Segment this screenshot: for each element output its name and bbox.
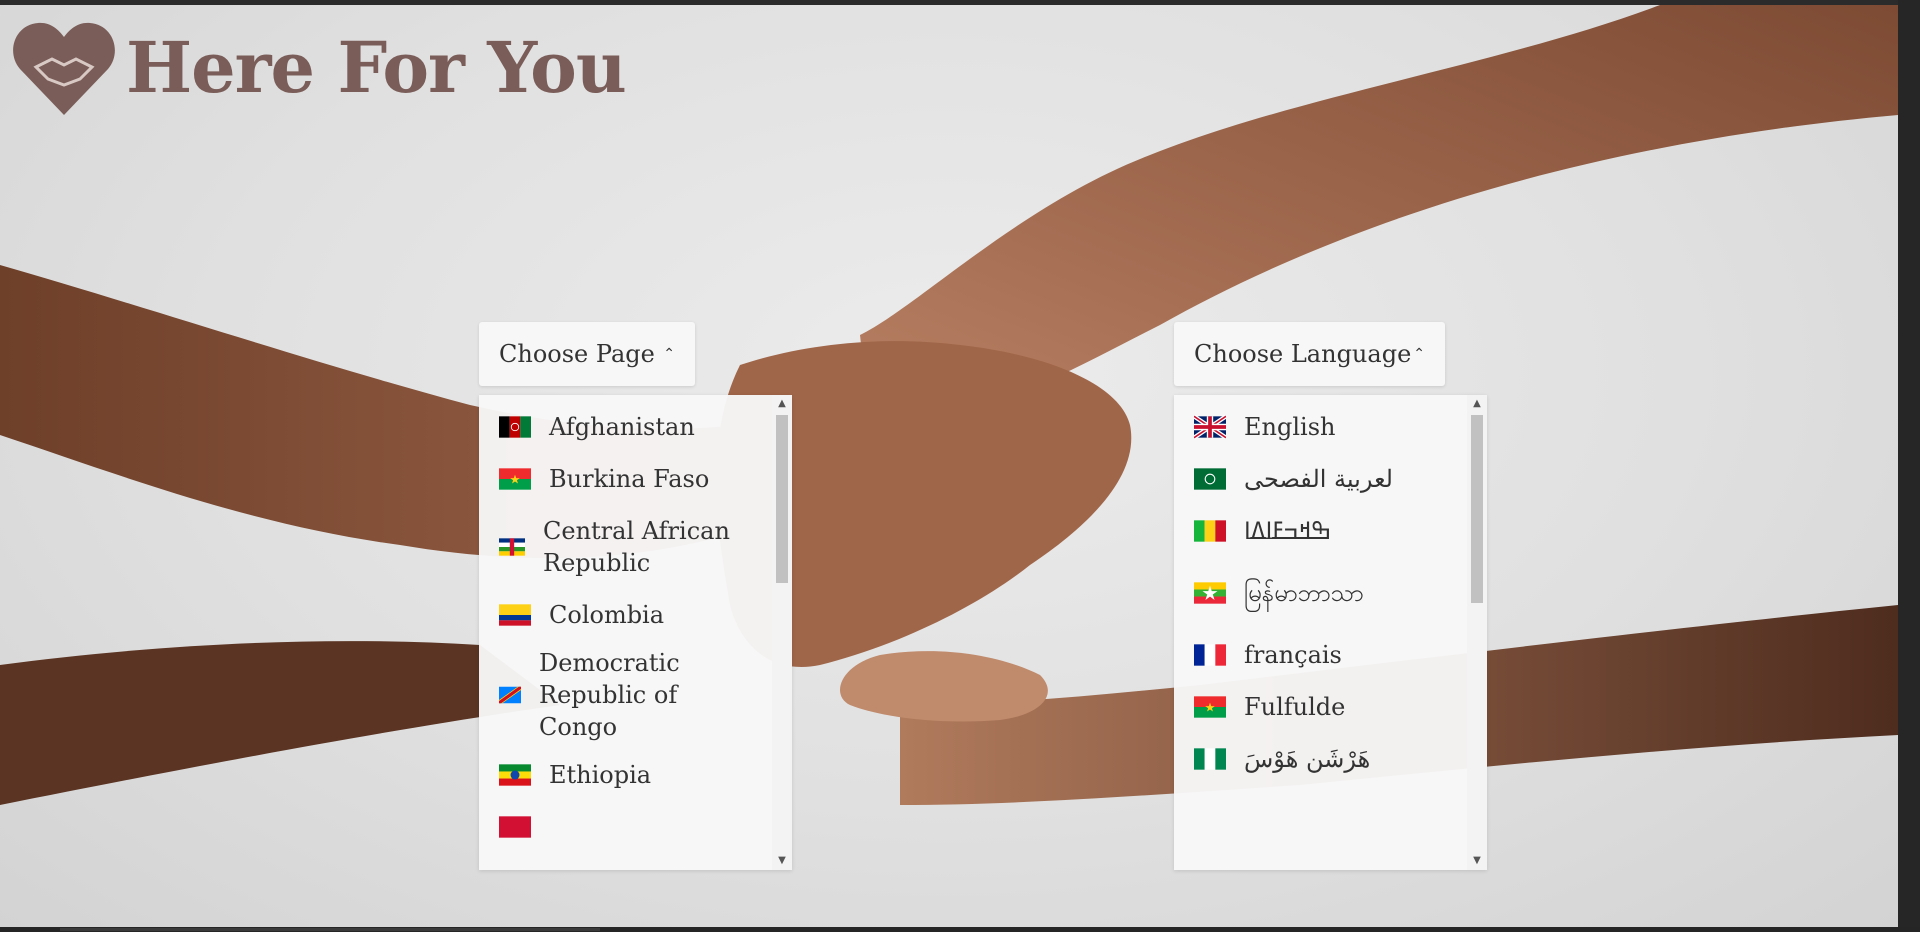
page-option-colombia[interactable]: Colombia bbox=[479, 589, 772, 641]
nigeria-flag-icon bbox=[1194, 748, 1226, 770]
language-option-burmese[interactable]: မြန်မာဘာသာ bbox=[1174, 557, 1467, 629]
ethiopia-flag-icon bbox=[499, 764, 531, 786]
language-option-french[interactable]: français bbox=[1174, 629, 1467, 681]
page-option-burkina-faso[interactable]: Burkina Faso bbox=[479, 453, 772, 505]
partial-flag-icon bbox=[499, 816, 531, 838]
page-option-afghanistan[interactable]: Afghanistan bbox=[479, 401, 772, 453]
brand-name: Here For You bbox=[126, 26, 627, 109]
colombia-flag-icon bbox=[499, 604, 531, 626]
page-option-ethiopia[interactable]: Ethiopia bbox=[479, 749, 772, 801]
language-list-scrollbar[interactable]: ▲ ▼ bbox=[1467, 395, 1487, 870]
hero-background: Here For You Choose Page ⌃ Afghanistan B… bbox=[0, 5, 1898, 927]
language-dropdown-list[interactable]: English لعربية الفصحى ߒߞߏߓߊߡߊ မြန်မာဘာသာ… bbox=[1174, 395, 1487, 870]
page-option-central-african-republic[interactable]: Central African Republic bbox=[479, 505, 772, 589]
united-kingdom-flag-icon bbox=[1194, 415, 1226, 439]
choose-language-label: Choose Language bbox=[1194, 340, 1412, 368]
central-african-republic-flag-icon bbox=[499, 538, 525, 556]
brand-logo[interactable]: Here For You bbox=[12, 19, 627, 117]
scrollbar-thumb[interactable] bbox=[1471, 415, 1483, 603]
page-dropdown-list[interactable]: Afghanistan Burkina Faso Central African… bbox=[479, 395, 792, 870]
language-option-hausa[interactable]: هَرْشَن هَوْسَ bbox=[1174, 733, 1467, 785]
scrollbar-thumb[interactable] bbox=[776, 415, 788, 583]
choose-language-button[interactable]: Choose Language ⌃ bbox=[1174, 322, 1445, 386]
scroll-up-arrow-icon[interactable]: ▲ bbox=[772, 395, 792, 413]
window-right-edge bbox=[1898, 0, 1920, 932]
scroll-up-arrow-icon[interactable]: ▲ bbox=[1467, 395, 1487, 413]
language-option-nko[interactable]: ߒߞߏߓߊߡߊ bbox=[1174, 505, 1467, 557]
myanmar-flag-icon bbox=[1194, 582, 1226, 604]
hands-photo bbox=[0, 5, 1898, 805]
choose-page-button[interactable]: Choose Page ⌃ bbox=[479, 322, 695, 386]
burkina-faso-flag-icon bbox=[499, 468, 531, 490]
page-option-partial[interactable] bbox=[479, 801, 772, 853]
dr-congo-flag-icon bbox=[499, 686, 521, 704]
arabic-flag-icon bbox=[1194, 468, 1226, 490]
chevron-up-icon: ⌃ bbox=[1413, 346, 1425, 362]
horizontal-scrollbar[interactable] bbox=[0, 927, 1920, 932]
page-list-scrollbar[interactable]: ▲ ▼ bbox=[772, 395, 792, 870]
page-option-dr-congo[interactable]: Democratic Republic of Congo bbox=[479, 641, 772, 749]
mali-flag-icon bbox=[1194, 520, 1226, 542]
language-option-fulfulde[interactable]: Fulfulde bbox=[1174, 681, 1467, 733]
chevron-up-icon: ⌃ bbox=[663, 346, 675, 362]
burkina-faso-flag-icon bbox=[1194, 696, 1226, 718]
language-option-arabic[interactable]: لعربية الفصحى bbox=[1174, 453, 1467, 505]
horizontal-scrollbar-thumb[interactable] bbox=[60, 928, 600, 931]
scroll-down-arrow-icon[interactable]: ▼ bbox=[1467, 852, 1487, 870]
language-option-english[interactable]: English bbox=[1174, 401, 1467, 453]
scroll-down-arrow-icon[interactable]: ▼ bbox=[772, 852, 792, 870]
heart-handshake-icon bbox=[13, 22, 115, 116]
afghanistan-flag-icon bbox=[499, 416, 531, 438]
choose-page-label: Choose Page bbox=[499, 340, 655, 368]
france-flag-icon bbox=[1194, 644, 1226, 666]
